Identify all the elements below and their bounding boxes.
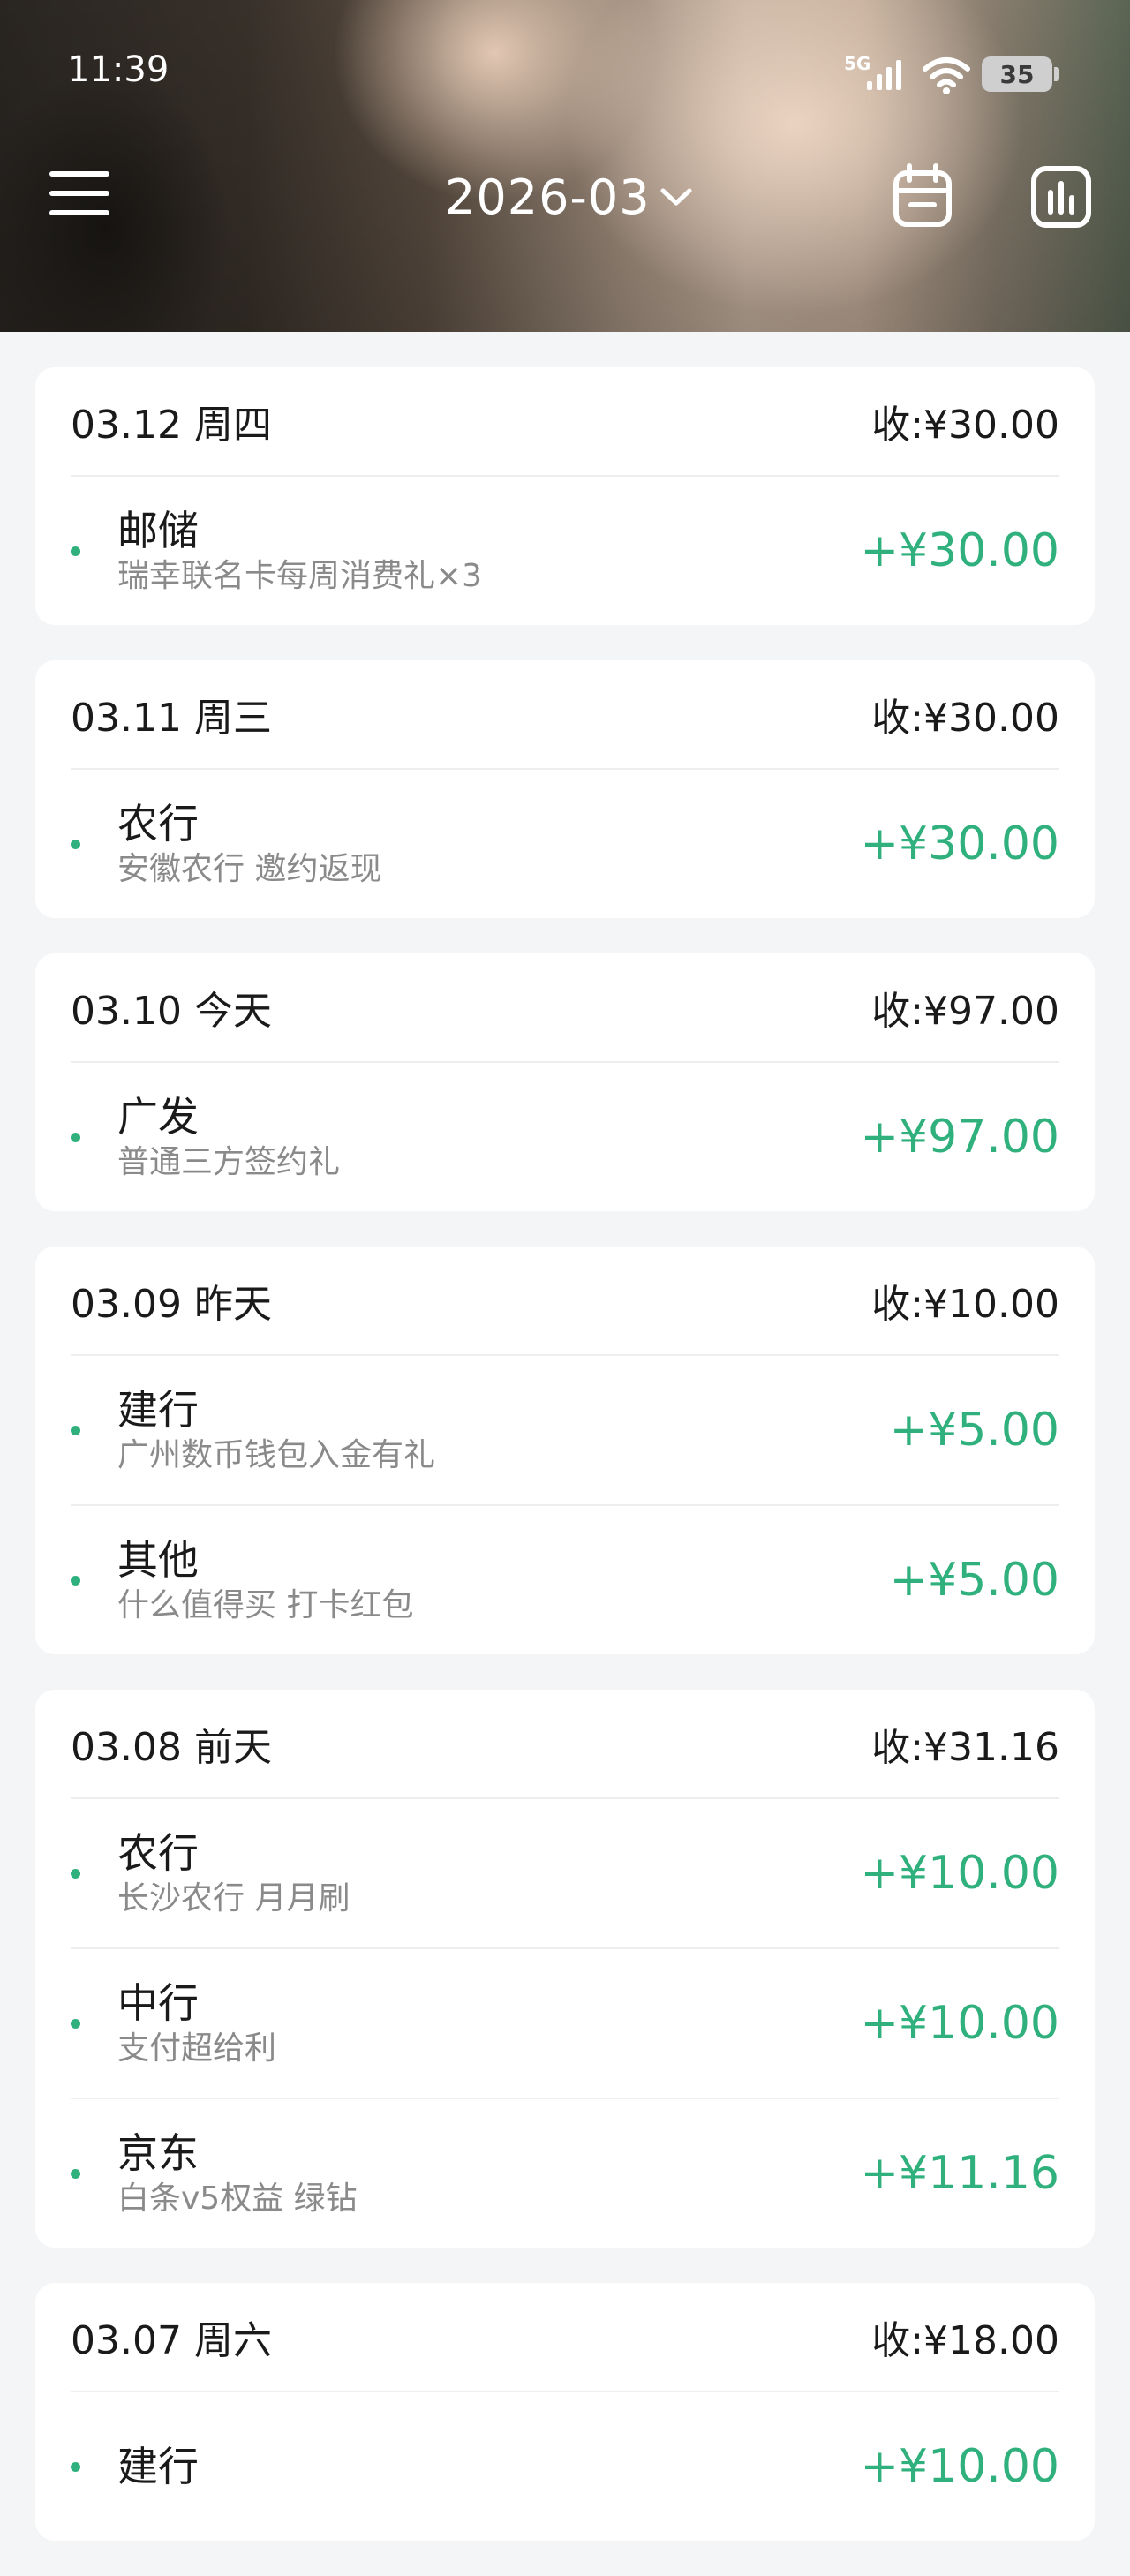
item-title: 建行 <box>117 2443 199 2490</box>
day-header[interactable]: 03.10 今天 收:¥97.00 <box>71 953 1059 1063</box>
item-title: 农行 <box>117 800 199 847</box>
calendar-icon[interactable] <box>892 162 953 230</box>
menu-icon <box>49 191 109 196</box>
list-item[interactable]: 广发 普通三方签约礼 +¥97.00 <box>71 1063 1059 1211</box>
signal-icon <box>867 60 901 90</box>
item-text: 建行 广州数币钱包入金有礼 <box>117 1384 890 1476</box>
item-amount: +¥10.00 <box>860 1847 1059 1900</box>
status-time: 11:39 <box>67 49 170 90</box>
day-header[interactable]: 03.11 周三 收:¥30.00 <box>71 660 1059 770</box>
item-title: 京东 <box>117 2129 199 2177</box>
item-amount: +¥97.00 <box>860 1111 1059 1164</box>
day-date: 03.09 昨天 <box>71 1282 272 1327</box>
day-header[interactable]: 03.08 前天 收:¥31.16 <box>71 1690 1059 1799</box>
menu-icon <box>49 171 109 177</box>
day-header[interactable]: 03.07 周六 收:¥18.00 <box>71 2283 1059 2392</box>
item-text: 邮储 瑞幸联名卡每周消费礼×3 <box>117 505 860 597</box>
list-item[interactable]: 农行 安徽农行 邀约返现 +¥30.00 <box>71 770 1059 918</box>
item-amount: +¥5.00 <box>889 1404 1059 1457</box>
item-title: 建行 <box>117 1386 199 1434</box>
item-amount: +¥10.00 <box>860 1997 1059 2050</box>
bullet-dot <box>71 1132 80 1142</box>
list-item[interactable]: 农行 长沙农行 月月刷 +¥10.00 <box>71 1799 1059 1949</box>
day-card: 03.10 今天 收:¥97.00 广发 普通三方签约礼 +¥97.00 <box>35 953 1095 1211</box>
list-item[interactable]: 京东 白条v5权益 绿钻 +¥11.16 <box>71 2099 1059 2248</box>
day-date: 03.10 今天 <box>71 989 272 1034</box>
month-label: 2026-03 <box>445 169 651 225</box>
item-title: 中行 <box>117 1979 199 2027</box>
item-amount: +¥30.00 <box>860 524 1059 577</box>
top-toolbar: 2026-03 <box>0 150 1130 247</box>
day-header[interactable]: 03.12 周四 收:¥30.00 <box>71 367 1059 477</box>
day-date: 03.07 周六 <box>71 2318 272 2363</box>
bullet-dot <box>71 2461 80 2472</box>
month-selector[interactable]: 2026-03 <box>445 168 695 226</box>
item-title: 邮储 <box>117 507 199 554</box>
list-item[interactable]: 建行 +¥10.00 <box>71 2392 1059 2541</box>
bullet-dot <box>71 1575 80 1586</box>
day-date: 03.11 周三 <box>71 696 272 741</box>
item-text: 中行 支付超给利 <box>117 1977 860 2069</box>
item-note: 安徽农行 邀约返现 <box>117 851 382 887</box>
list-item[interactable]: 中行 支付超给利 +¥10.00 <box>71 1949 1059 2099</box>
item-amount: +¥11.16 <box>860 2147 1059 2200</box>
day-date: 03.12 周四 <box>71 403 272 448</box>
list-item[interactable]: 其他 什么值得买 打卡红包 +¥5.00 <box>71 1506 1059 1654</box>
chevron-down-icon <box>660 188 692 206</box>
bullet-dot <box>71 839 80 849</box>
day-total: 收:¥30.00 <box>871 696 1059 741</box>
item-note: 白条v5权益 绿钻 <box>117 2181 358 2217</box>
item-note: 支付超给利 <box>117 2030 277 2067</box>
battery-tip <box>1054 67 1059 81</box>
status-bar: 11:39 5G 35 <box>0 0 1130 150</box>
item-text: 其他 什么值得买 打卡红包 <box>117 1534 890 1626</box>
day-card: 03.09 昨天 收:¥10.00 建行 广州数币钱包入金有礼 +¥5.00 其… <box>35 1247 1095 1654</box>
bullet-dot <box>71 2168 80 2179</box>
menu-button[interactable] <box>49 171 109 222</box>
item-title: 农行 <box>117 1829 199 1877</box>
menu-icon <box>49 210 109 215</box>
day-card: 03.07 周六 收:¥18.00 建行 +¥10.00 <box>35 2283 1095 2541</box>
item-note: 什么值得买 打卡红包 <box>117 1587 414 1623</box>
item-note: 广州数币钱包入金有礼 <box>117 1437 436 1473</box>
item-title: 其他 <box>117 1536 199 1584</box>
day-card: 03.11 周三 收:¥30.00 农行 安徽农行 邀约返现 +¥30.00 <box>35 660 1095 918</box>
day-total: 收:¥10.00 <box>871 1282 1059 1327</box>
item-amount: +¥30.00 <box>860 817 1059 870</box>
item-title: 广发 <box>117 1093 199 1141</box>
bullet-dot <box>71 546 80 556</box>
day-total: 收:¥30.00 <box>871 403 1059 448</box>
wifi-icon <box>923 57 970 94</box>
item-note: 普通三方签约礼 <box>117 1144 341 1180</box>
bullet-dot <box>71 1868 80 1879</box>
day-date: 03.08 前天 <box>71 1725 272 1770</box>
day-total: 收:¥31.16 <box>871 1725 1059 1770</box>
item-text: 建行 <box>117 2441 860 2492</box>
list-item[interactable]: 建行 广州数币钱包入金有礼 +¥5.00 <box>71 1356 1059 1506</box>
day-header[interactable]: 03.09 昨天 收:¥10.00 <box>71 1247 1059 1356</box>
item-text: 农行 长沙农行 月月刷 <box>117 1827 860 1919</box>
bullet-dot <box>71 1425 80 1435</box>
item-text: 广发 普通三方签约礼 <box>117 1091 860 1183</box>
day-total: 收:¥97.00 <box>871 989 1059 1034</box>
list-item[interactable]: 邮储 瑞幸联名卡每周消费礼×3 +¥30.00 <box>71 477 1059 625</box>
item-amount: +¥10.00 <box>860 2440 1059 2493</box>
item-text: 京东 白条v5权益 绿钻 <box>117 2128 860 2219</box>
day-total: 收:¥18.00 <box>871 2318 1059 2363</box>
battery-indicator: 35 <box>982 56 1052 92</box>
item-note: 长沙农行 月月刷 <box>117 1880 350 1917</box>
item-note: 瑞幸联名卡每周消费礼×3 <box>117 558 483 594</box>
header-banner: 11:39 5G 35 2026-03 <box>0 0 1130 332</box>
bullet-dot <box>71 2018 80 2029</box>
item-text: 农行 安徽农行 邀约返现 <box>117 798 860 890</box>
day-card: 03.08 前天 收:¥31.16 农行 长沙农行 月月刷 +¥10.00 中行… <box>35 1690 1095 2248</box>
income-list: 03.12 周四 收:¥30.00 邮储 瑞幸联名卡每周消费礼×3 +¥30.0… <box>35 367 1095 2576</box>
bar-chart-icon[interactable] <box>1029 164 1093 230</box>
day-card: 03.12 周四 收:¥30.00 邮储 瑞幸联名卡每周消费礼×3 +¥30.0… <box>35 367 1095 625</box>
item-amount: +¥5.00 <box>889 1554 1059 1607</box>
